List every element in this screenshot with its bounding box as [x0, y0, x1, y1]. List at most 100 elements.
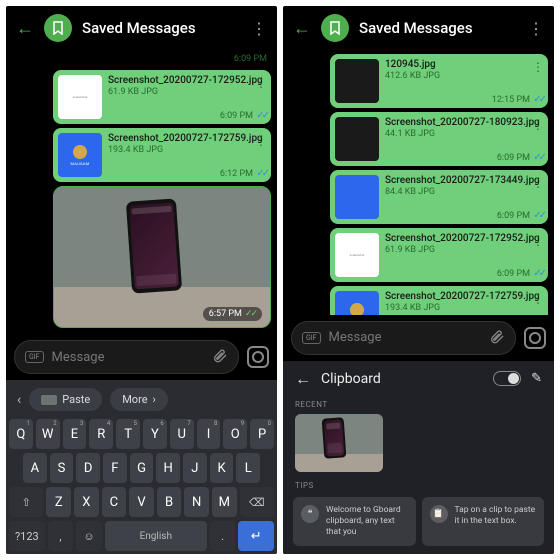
- message-photo[interactable]: 6:57 PM✓✓: [53, 186, 271, 328]
- thumbnail: [335, 117, 379, 161]
- key-row-4: ?123 , ☺ English . ↵: [9, 521, 274, 551]
- attach-icon[interactable]: [489, 328, 505, 348]
- key-z[interactable]: Z: [46, 487, 71, 517]
- key-u[interactable]: U7: [170, 419, 194, 449]
- key-e[interactable]: E3: [63, 419, 87, 449]
- bookmark-icon[interactable]: [44, 14, 72, 42]
- edit-icon[interactable]: ✎: [531, 371, 542, 386]
- more-icon[interactable]: ⋮: [528, 19, 544, 38]
- clipboard-title: Clipboard: [321, 371, 483, 387]
- placeholder: Message: [52, 350, 204, 365]
- file-size: 44.1 KB JPG: [385, 129, 543, 139]
- key-b[interactable]: B: [157, 487, 182, 517]
- message-input[interactable]: GIF Message: [14, 340, 239, 374]
- msg-more-icon[interactable]: ⋮: [532, 292, 544, 306]
- msg-time: 6:09 PM: [497, 211, 530, 221]
- key-k[interactable]: K: [210, 453, 234, 483]
- thumbnail: MAUSAM: [58, 133, 102, 177]
- key-y[interactable]: Y6: [143, 419, 167, 449]
- message-file[interactable]: Screenshot_20200727-180923.jpg44.1 KB JP…: [330, 112, 548, 166]
- tip-icon: 📋: [430, 505, 448, 523]
- file-name: Screenshot_20200727-173449.jpg: [385, 175, 543, 187]
- clipboard-toggle[interactable]: [493, 371, 521, 386]
- tip-icon: ❝: [301, 505, 319, 523]
- key-row-3: ⇧ZXCVBNM⌫: [9, 487, 274, 517]
- suggest-collapse-icon[interactable]: ‹: [17, 392, 21, 408]
- key-space[interactable]: English: [105, 521, 207, 551]
- chat-area: 6:09 PM screenshot Screenshot_20200727-1…: [6, 50, 277, 334]
- key-l[interactable]: L: [236, 453, 260, 483]
- message-file[interactable]: screenshotScreenshot_20200727-172952.jpg…: [330, 228, 548, 282]
- clipboard-back-icon[interactable]: ←: [295, 369, 311, 389]
- back-arrow-icon[interactable]: ←: [16, 18, 34, 39]
- key-o[interactable]: O9: [223, 419, 247, 449]
- more-chip[interactable]: More ›: [110, 388, 168, 411]
- camera-icon[interactable]: [247, 346, 269, 368]
- key-w[interactable]: W2: [36, 419, 60, 449]
- key-j[interactable]: J: [183, 453, 207, 483]
- key-h[interactable]: H: [156, 453, 180, 483]
- key-g[interactable]: G: [130, 453, 154, 483]
- key-row-1: Q1W2E3R4T5Y6U7I8O9P0: [9, 419, 274, 449]
- key-v[interactable]: V: [129, 487, 154, 517]
- key-q[interactable]: Q1: [9, 419, 33, 449]
- camera-icon[interactable]: [524, 327, 546, 349]
- tip-card[interactable]: ❝ Welcome to Gboard clipboard, any text …: [293, 497, 416, 546]
- file-size: 84.4 KB JPG: [385, 187, 543, 197]
- key-c[interactable]: C: [102, 487, 127, 517]
- paste-chip[interactable]: Paste: [29, 388, 102, 411]
- key-t[interactable]: T5: [116, 419, 140, 449]
- prev-time: 6:09 PM: [234, 54, 267, 64]
- key-d[interactable]: D: [76, 453, 100, 483]
- message-file[interactable]: MAUSAMScreenshot_20200727-172759.jpg193.…: [330, 286, 548, 315]
- key-comma[interactable]: ,: [48, 521, 74, 551]
- key-r[interactable]: R4: [89, 419, 113, 449]
- phone-left: ← Saved Messages ⋮ 6:09 PM screenshot Sc…: [6, 6, 277, 554]
- key-p[interactable]: P0: [250, 419, 274, 449]
- bookmark-icon[interactable]: [321, 14, 349, 42]
- key-f[interactable]: F: [103, 453, 127, 483]
- recent-label: RECENT: [283, 397, 554, 412]
- back-arrow-icon[interactable]: ←: [293, 18, 311, 39]
- attach-icon[interactable]: [212, 347, 228, 367]
- key-s[interactable]: S: [50, 453, 74, 483]
- tip-text: Welcome to Gboard clipboard, any text th…: [326, 505, 408, 538]
- key-x[interactable]: X: [74, 487, 99, 517]
- message-file[interactable]: MAUSAM Screenshot_20200727-172759.jpg 19…: [53, 128, 271, 182]
- key-period[interactable]: .: [210, 521, 236, 551]
- msg-time: 12:15 PM: [492, 95, 530, 105]
- key-⇧[interactable]: ⇧: [9, 487, 43, 517]
- key-i[interactable]: I8: [197, 419, 221, 449]
- key-enter[interactable]: ↵: [238, 521, 274, 551]
- more-icon[interactable]: ⋮: [251, 19, 267, 38]
- key-numbers[interactable]: ?123: [9, 521, 45, 551]
- phone-right: ← Saved Messages ⋮ 120945.jpg412.6 KB JP…: [283, 6, 554, 554]
- page-title: Saved Messages: [359, 19, 518, 37]
- input-bar: GIF Message: [6, 334, 277, 380]
- msg-more-icon[interactable]: ⋮: [532, 176, 544, 190]
- key-n[interactable]: N: [184, 487, 209, 517]
- key-emoji[interactable]: ☺: [76, 521, 102, 551]
- gif-icon[interactable]: GIF: [302, 332, 321, 344]
- message-file[interactable]: screenshot Screenshot_20200727-172952.jp…: [53, 70, 271, 124]
- msg-more-icon[interactable]: ⋮: [255, 76, 267, 90]
- key-m[interactable]: M: [212, 487, 237, 517]
- read-icon: ✓✓: [256, 110, 267, 121]
- msg-time: 6:09 PM: [497, 153, 530, 163]
- key-a[interactable]: A: [23, 453, 47, 483]
- clipboard-item-image[interactable]: [295, 414, 383, 472]
- msg-more-icon[interactable]: ⋮: [532, 118, 544, 132]
- tip-card[interactable]: 📋 Tap on a clip to paste it in the text …: [422, 497, 545, 546]
- photo-time: 6:57 PM: [209, 309, 242, 319]
- msg-more-icon[interactable]: ⋮: [532, 60, 544, 74]
- header: ← Saved Messages ⋮: [283, 6, 554, 50]
- message-input[interactable]: GIF Message: [291, 321, 516, 355]
- key-row-2: ASDFGHJKL: [9, 453, 274, 483]
- msg-more-icon[interactable]: ⋮: [532, 234, 544, 248]
- file-name: Screenshot_20200727-172759.jpg: [108, 133, 266, 145]
- key-⌫[interactable]: ⌫: [240, 487, 274, 517]
- gif-icon[interactable]: GIF: [25, 351, 44, 363]
- message-file[interactable]: Screenshot_20200727-173449.jpg84.4 KB JP…: [330, 170, 548, 224]
- msg-more-icon[interactable]: ⋮: [255, 134, 267, 148]
- message-file[interactable]: 120945.jpg412.6 KB JPG⋮12:15 PM✓✓: [330, 54, 548, 108]
